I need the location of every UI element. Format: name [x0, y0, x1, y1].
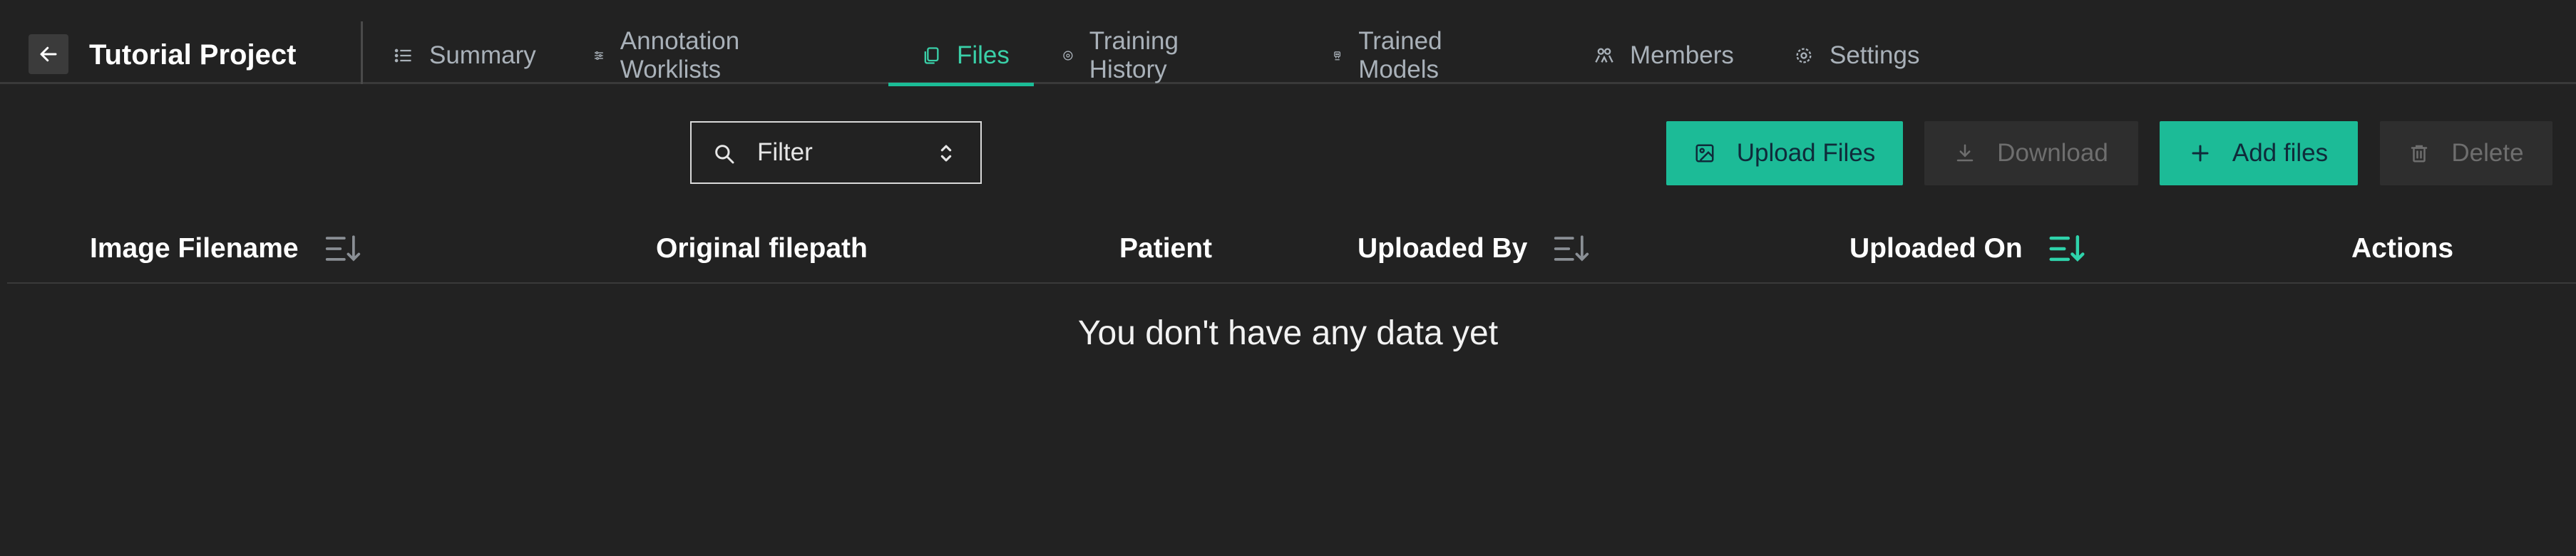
files-icon: [924, 47, 939, 64]
members-icon: [1595, 48, 1613, 63]
column-image-filename-label: Image Filename: [90, 233, 299, 264]
chevron-up-down-icon: [940, 145, 952, 162]
table-header: Image Filename Original filepath Patient…: [7, 214, 2576, 284]
tab-summary-label: Summary: [429, 41, 536, 69]
robot-icon: [1334, 51, 1341, 61]
add-files-label: Add files: [2232, 139, 2329, 167]
nav-divider: [361, 21, 363, 84]
column-uploaded-on[interactable]: Uploaded On: [1849, 214, 2085, 284]
column-actions-label: Actions: [2351, 233, 2454, 264]
column-patient-label: Patient: [1119, 233, 1213, 264]
column-original-filepath-label: Original filepath: [656, 233, 868, 264]
sort-active-icon[interactable]: [2048, 232, 2085, 265]
delete-label: Delete: [2451, 139, 2524, 167]
delete-button[interactable]: Delete: [2380, 121, 2552, 185]
column-patient: Patient: [1119, 214, 1212, 284]
tab-trained-models-label: Trained Models: [1358, 27, 1442, 83]
sort-icon[interactable]: [1553, 232, 1590, 265]
sort-icon[interactable]: [324, 232, 361, 265]
tab-training-history-label: Training History: [1089, 27, 1179, 83]
sliders-icon: [594, 51, 603, 60]
tab-members[interactable]: Members: [1594, 27, 1734, 84]
tab-files[interactable]: Files: [888, 27, 1034, 86]
filter-label: Filter: [757, 138, 813, 166]
filter-select[interactable]: Filter: [690, 121, 982, 184]
arrow-left-icon: [40, 46, 57, 62]
upload-files-button[interactable]: Upload Files: [1666, 121, 1903, 185]
tab-summary[interactable]: Summary: [394, 27, 536, 84]
empty-state-message: You don't have any data yet: [1077, 314, 1499, 352]
top-nav: Tutorial Project Summary Annotation Work…: [0, 0, 2576, 86]
tab-members-label: Members: [1630, 41, 1734, 69]
trash-icon: [2411, 145, 2428, 163]
column-image-filename[interactable]: Image Filename: [90, 214, 361, 284]
column-uploaded-by-label: Uploaded By: [1358, 233, 1528, 264]
tab-files-label: Files: [957, 41, 1010, 69]
history-icon: [1063, 51, 1073, 61]
column-original-filepath: Original filepath: [656, 214, 868, 284]
download-button[interactable]: Download: [1924, 121, 2138, 185]
tab-training-history[interactable]: Training History: [1062, 27, 1187, 84]
gear-icon: [1796, 48, 1812, 63]
back-button[interactable]: [29, 34, 68, 74]
image-icon: [1695, 144, 1714, 163]
column-actions: Actions: [2351, 214, 2453, 284]
list-icon: [394, 48, 411, 63]
search-icon: [715, 145, 734, 164]
tab-annotation-worklists[interactable]: Annotation Worklists: [593, 27, 748, 84]
download-label: Download: [1997, 139, 2108, 167]
tab-annotation-worklists-label: Annotation Worklists: [620, 27, 740, 83]
plus-icon: [2192, 145, 2209, 162]
add-files-button[interactable]: Add files: [2160, 121, 2358, 185]
tab-settings-label: Settings: [1830, 41, 1920, 69]
column-uploaded-by[interactable]: Uploaded By: [1358, 214, 1590, 284]
upload-files-label: Upload Files: [1736, 139, 1876, 167]
column-uploaded-on-label: Uploaded On: [1849, 233, 2023, 264]
tab-trained-models[interactable]: Trained Models: [1332, 27, 1451, 84]
tab-settings[interactable]: Settings: [1794, 27, 1919, 84]
download-icon: [1956, 144, 1974, 162]
project-title: Tutorial Project: [89, 38, 297, 71]
